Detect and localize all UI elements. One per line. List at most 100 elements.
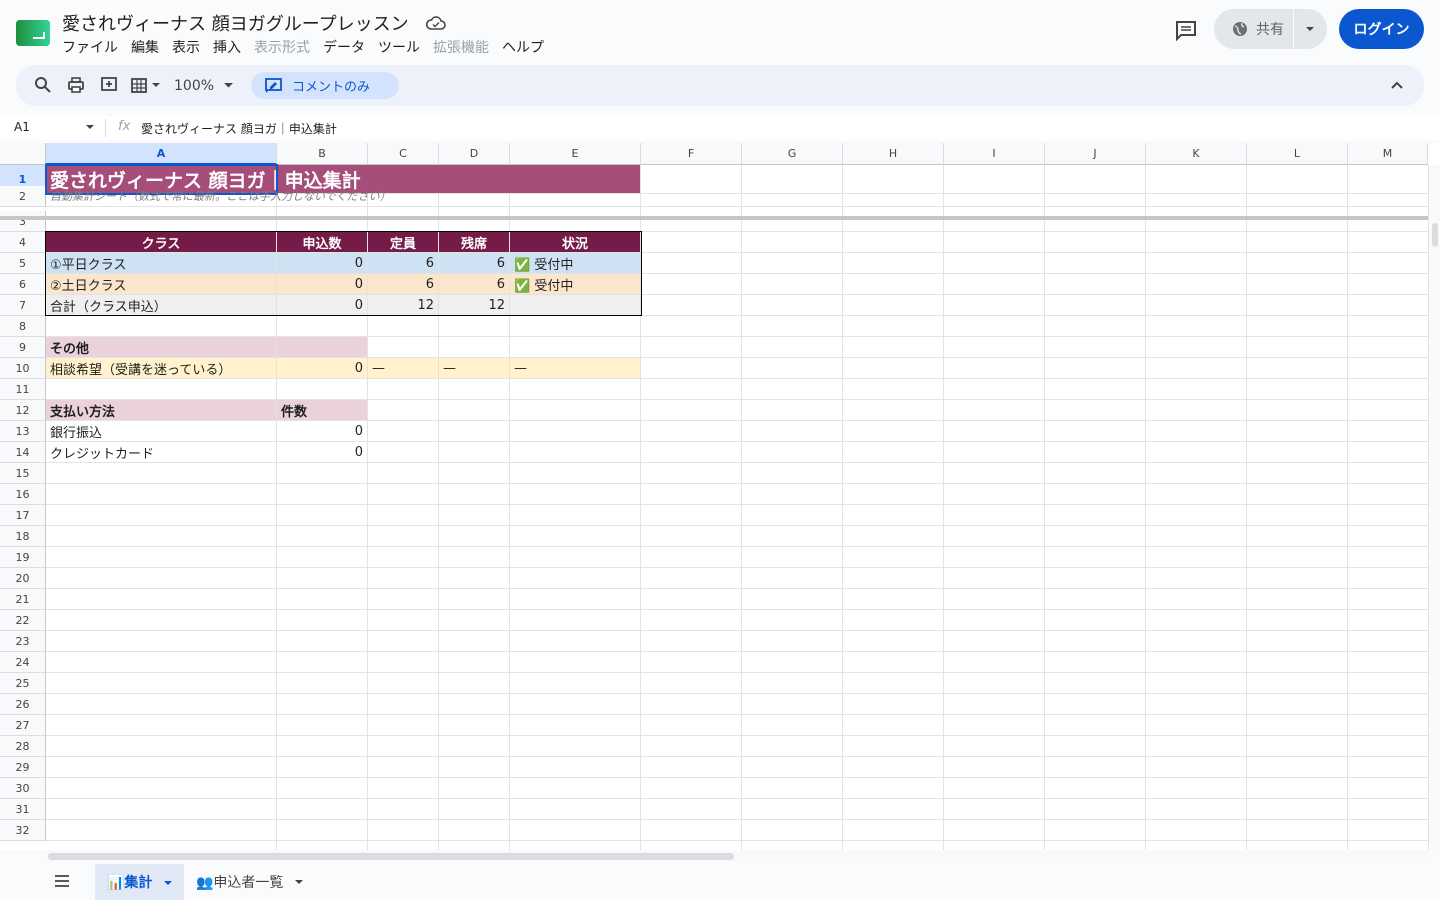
class-table-header[interactable]: 状況 (510, 232, 640, 252)
row-header-9[interactable]: 9 (0, 337, 46, 358)
freeze-divider[interactable] (0, 216, 1428, 220)
comment-only-mode[interactable]: コメントのみ (251, 72, 399, 99)
row-header-10[interactable]: 10 (0, 358, 46, 379)
menu-file[interactable]: ファイル (62, 37, 118, 57)
row-header-17[interactable]: 17 (0, 505, 46, 526)
row-header-7[interactable]: 7 (0, 295, 46, 316)
payment-count-header[interactable]: 件数 (277, 400, 367, 420)
comments-icon[interactable] (1174, 19, 1198, 41)
menu-view[interactable]: 表示 (172, 37, 200, 57)
column-header-D[interactable]: D (439, 143, 510, 165)
row-header-14[interactable]: 14 (0, 442, 46, 463)
row-header-30[interactable]: 30 (0, 778, 46, 799)
class-table-cell[interactable]: 6 (439, 274, 509, 294)
class-table-header[interactable]: 申込数 (277, 232, 367, 252)
class-table-cell[interactable]: 12 (368, 295, 438, 315)
row-header-16[interactable]: 16 (0, 484, 46, 505)
class-table-cell[interactable]: ✅ 受付中 (510, 253, 640, 273)
row-header-6[interactable]: 6 (0, 274, 46, 295)
column-header-L[interactable]: L (1247, 143, 1348, 165)
menu-help[interactable]: ヘルプ (502, 37, 544, 57)
share-button[interactable]: 共有 (1214, 9, 1327, 49)
row-header-5[interactable]: 5 (0, 253, 46, 274)
other-header-blank[interactable] (277, 337, 367, 357)
table-view-icon[interactable] (130, 75, 150, 95)
consultation-c[interactable]: — (368, 358, 438, 378)
class-table-cell[interactable]: ①平日クラス (46, 253, 276, 273)
row-header-8[interactable]: 8 (0, 316, 46, 337)
chevron-down-icon[interactable] (164, 881, 172, 886)
consultation-label[interactable]: 相談希望（受講を迷っている） (46, 358, 276, 378)
class-table-cell[interactable]: 12 (439, 295, 509, 315)
menu-edit[interactable]: 編集 (131, 37, 159, 57)
column-header-C[interactable]: C (368, 143, 439, 165)
sheet-subtitle[interactable]: 自動集計シート（数式で常に最新。ここは手入力しないでください） (46, 186, 640, 206)
collapse-toolbar-icon[interactable] (1391, 81, 1403, 89)
menu-insert[interactable]: 挿入 (213, 37, 241, 57)
vertical-scroll-thumb[interactable] (1432, 223, 1438, 247)
row-header-4[interactable]: 4 (0, 232, 46, 253)
class-table-cell[interactable]: 0 (277, 253, 367, 273)
tab-summary[interactable]: 📊集計 (95, 864, 184, 900)
row-header-11[interactable]: 11 (0, 379, 46, 400)
class-table-header[interactable]: 残席 (439, 232, 509, 252)
name-box-dropdown-icon[interactable] (86, 125, 94, 130)
chevron-down-icon[interactable] (152, 83, 160, 88)
class-table-cell[interactable]: 6 (368, 274, 438, 294)
column-header-J[interactable]: J (1045, 143, 1146, 165)
vertical-scrollbar[interactable] (1428, 165, 1440, 850)
class-table-cell[interactable]: 6 (439, 253, 509, 273)
consultation-e[interactable]: — (510, 358, 640, 378)
zoom-dropdown-icon[interactable] (224, 83, 233, 88)
search-icon[interactable] (33, 75, 53, 95)
row-header-19[interactable]: 19 (0, 547, 46, 568)
row-header-20[interactable]: 20 (0, 568, 46, 589)
column-header-M[interactable]: M (1348, 143, 1428, 165)
row-header-27[interactable]: 27 (0, 715, 46, 736)
sheets-logo-icon[interactable] (16, 20, 50, 46)
row-header-21[interactable]: 21 (0, 589, 46, 610)
class-table-cell[interactable]: 合計（クラス申込） (46, 295, 276, 315)
class-table-cell[interactable]: ✅ 受付中 (510, 274, 640, 294)
row-header-28[interactable]: 28 (0, 736, 46, 757)
class-table-cell[interactable]: ②土日クラス (46, 274, 276, 294)
class-table-header[interactable]: 定員 (368, 232, 438, 252)
payment-count[interactable]: 0 (277, 442, 367, 462)
payment-method[interactable]: 銀行振込 (46, 421, 276, 441)
document-title[interactable]: 愛されヴィーナス 顔ヨガグループレッスン (62, 10, 409, 36)
row-header-3[interactable]: 3 (0, 211, 46, 232)
print-icon[interactable] (66, 75, 86, 95)
cloud-saved-icon[interactable] (426, 15, 446, 31)
row-header-15[interactable]: 15 (0, 463, 46, 484)
class-table-cell[interactable] (510, 295, 640, 315)
column-header-F[interactable]: F (641, 143, 742, 165)
column-header-G[interactable]: G (742, 143, 843, 165)
consultation-count[interactable]: 0 (277, 358, 367, 378)
row-header-13[interactable]: 13 (0, 421, 46, 442)
row-header-32[interactable]: 32 (0, 820, 46, 841)
name-box[interactable]: A1 (14, 120, 30, 134)
login-button[interactable]: ログイン (1339, 9, 1424, 49)
payment-method[interactable]: クレジットカード (46, 442, 276, 462)
add-comment-icon[interactable] (99, 75, 119, 95)
spreadsheet-grid[interactable]: A B C D E F G H I J K L M 1 2 3 4 5 6 7 8 9 10 11 12 13 14 15 16 17 18… (0, 143, 1440, 850)
row-header-23[interactable]: 23 (0, 631, 46, 652)
select-all-corner[interactable] (0, 143, 46, 165)
class-table-cell[interactable]: 0 (277, 274, 367, 294)
row-header-2[interactable]: 2 (0, 186, 46, 207)
row-header-31[interactable]: 31 (0, 799, 46, 820)
column-header-I[interactable]: I (944, 143, 1045, 165)
row-header-24[interactable]: 24 (0, 652, 46, 673)
class-table-cell[interactable]: 0 (277, 295, 367, 315)
column-header-A[interactable]: A (46, 143, 277, 165)
tab-applicants[interactable]: 👥申込者一覧 (196, 872, 304, 892)
all-sheets-menu-icon[interactable] (54, 875, 70, 887)
column-header-H[interactable]: H (843, 143, 944, 165)
consultation-d[interactable]: — (439, 358, 509, 378)
class-table-cell[interactable]: 6 (368, 253, 438, 273)
row-header-18[interactable]: 18 (0, 526, 46, 547)
horizontal-scroll-thumb[interactable] (48, 853, 734, 860)
row-header-25[interactable]: 25 (0, 673, 46, 694)
column-header-E[interactable]: E (510, 143, 641, 165)
column-header-B[interactable]: B (277, 143, 368, 165)
